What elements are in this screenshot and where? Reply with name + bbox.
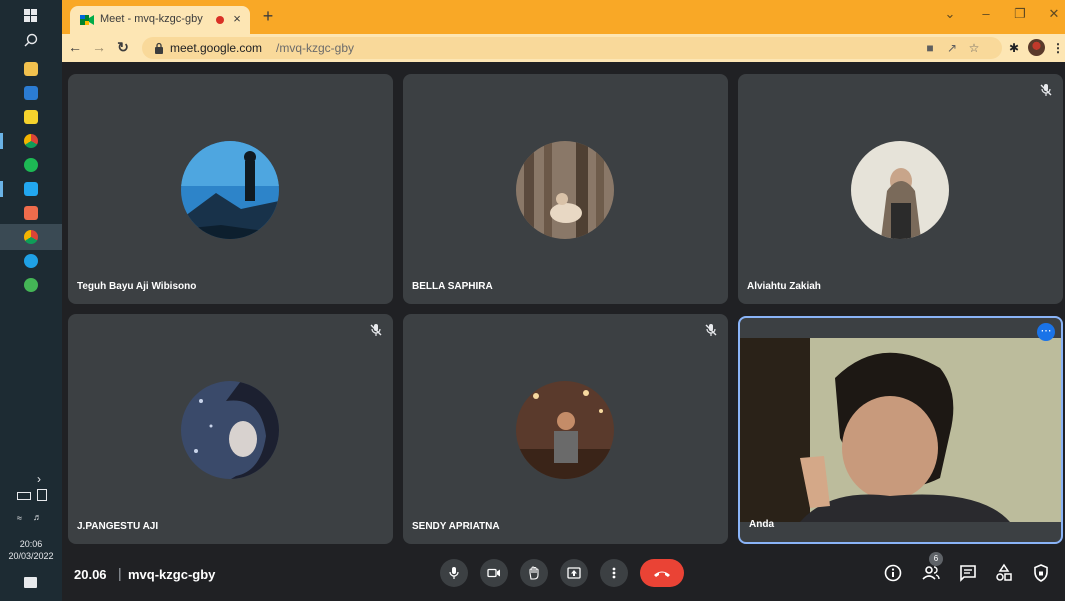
back-icon[interactable]: ← — [66, 39, 84, 55]
browser-tab[interactable]: Meet - mvq-kzgc-gby × — [70, 6, 250, 34]
app-orange-icon[interactable] — [24, 206, 38, 220]
new-tab-button[interactable]: + — [258, 6, 278, 27]
more-actions-button[interactable] — [600, 559, 628, 587]
camera-icon — [487, 568, 500, 578]
recording-dot-icon — [216, 16, 224, 24]
microphone-icon — [449, 567, 459, 579]
participant-tile[interactable]: J.PANGESTU AJI — [68, 314, 393, 544]
taskbar-time[interactable]: 20:06 — [0, 539, 62, 549]
sticky-notes-icon[interactable] — [24, 110, 38, 124]
more-options-button[interactable]: ⋯ — [1037, 323, 1055, 341]
participant-avatar — [516, 141, 614, 239]
raise-hand-button[interactable] — [520, 559, 548, 587]
meeting-code: mvq-kzgc-gby — [128, 567, 216, 582]
camera-button[interactable] — [480, 559, 508, 587]
participant-tile[interactable]: Teguh Bayu Aji Wibisono — [68, 74, 393, 304]
participant-tile[interactable]: Alviahtu Zakiah — [738, 74, 1063, 304]
profile-avatar[interactable] — [1028, 39, 1045, 56]
volume-icon[interactable]: ♬ — [33, 512, 42, 522]
edge-icon[interactable] — [24, 254, 38, 268]
tab-close-button[interactable]: × — [230, 11, 244, 26]
chrome-icon[interactable] — [24, 134, 38, 148]
participant-avatar — [181, 141, 279, 239]
microphone-button[interactable] — [440, 559, 468, 587]
tab-title: Meet - mvq-kzgc-gby — [100, 13, 203, 25]
chrome-toolbar: ← → ↻ meet.google.com /mvq-kzgc-gby ■ ↗ … — [62, 34, 1065, 62]
camera-indicator-icon[interactable]: ■ — [922, 40, 938, 56]
mic-off-icon — [705, 324, 717, 336]
url-host: meet.google.com — [170, 41, 263, 55]
app-green-icon[interactable] — [24, 278, 38, 292]
spotify-icon[interactable] — [24, 158, 38, 172]
mic-off-icon — [370, 324, 382, 336]
chrome-tab-strip: Meet - mvq-kzgc-gby × + ⌄ – ❐ ✕ — [62, 0, 1065, 34]
chrome-menu-icon[interactable]: ⋮ — [1050, 40, 1065, 56]
windows-start-icon[interactable] — [24, 9, 37, 22]
participant-name: Teguh Bayu Aji Wibisono — [77, 281, 197, 292]
search-icon[interactable] — [24, 33, 38, 47]
close-window-button[interactable]: ✕ — [1044, 6, 1064, 22]
tab-search-chevron-icon[interactable]: ⌄ — [940, 6, 960, 22]
self-view-tile[interactable]: ⋯ Anda — [738, 316, 1063, 544]
battery-icon[interactable] — [17, 492, 31, 500]
host-controls-icon[interactable] — [1031, 563, 1051, 583]
lock-icon[interactable] — [154, 42, 164, 54]
hang-up-icon — [654, 571, 670, 577]
present-icon — [567, 567, 581, 579]
url-path: /mvq-kzgc-gby — [276, 41, 355, 55]
more-vert-icon — [612, 567, 616, 579]
participant-avatar — [851, 141, 949, 239]
participant-avatar — [181, 381, 279, 479]
participant-tile[interactable]: BELLA SAPHIRA — [403, 74, 728, 304]
participant-tile[interactable]: SENDY APRIATNA — [403, 314, 728, 544]
participant-name: BELLA SAPHIRA — [412, 281, 493, 292]
wifi-icon[interactable]: ≈ — [17, 513, 22, 523]
address-bar[interactable]: meet.google.com /mvq-kzgc-gby ■ ↗ ☆ — [142, 37, 1002, 59]
chrome-profile-icon[interactable] — [24, 230, 38, 244]
taskbar-date[interactable]: 20/03/2022 — [0, 551, 62, 561]
file-explorer-icon[interactable] — [24, 62, 38, 76]
participant-name: J.PANGESTU AJI — [77, 521, 159, 532]
participant-avatar — [516, 381, 614, 479]
meet-stage: Teguh Bayu Aji Wibisono BELLA SAPHIRA Al… — [62, 62, 1065, 601]
screen-icon[interactable] — [37, 489, 47, 501]
vscode-icon[interactable] — [24, 182, 38, 196]
chat-icon[interactable] — [958, 563, 978, 583]
hand-icon — [529, 566, 539, 580]
extensions-icon[interactable]: ✱ — [1006, 40, 1022, 56]
self-video-feed — [740, 338, 1061, 522]
activities-icon[interactable] — [994, 563, 1014, 583]
windows-taskbar: › ≈ ♬ 20:06 20/03/2022 — [0, 0, 62, 601]
people-icon[interactable] — [921, 563, 941, 583]
self-name: Anda — [749, 519, 774, 530]
word-icon[interactable] — [24, 86, 38, 100]
mic-off-icon — [1040, 84, 1052, 96]
participant-name: SENDY APRIATNA — [412, 521, 500, 532]
meet-favicon-icon — [80, 15, 94, 25]
minimize-button[interactable]: – — [976, 6, 996, 21]
forward-icon[interactable]: → — [90, 39, 108, 55]
leave-call-button[interactable] — [640, 559, 684, 587]
participant-name: Alviahtu Zakiah — [747, 281, 821, 292]
present-screen-button[interactable] — [560, 559, 588, 587]
meeting-details-icon[interactable] — [883, 563, 903, 583]
bookmark-star-icon[interactable]: ☆ — [966, 40, 982, 56]
meeting-time: 20.06 — [74, 567, 107, 582]
reload-icon[interactable]: ↻ — [114, 39, 132, 56]
restore-button[interactable]: ❐ — [1010, 6, 1030, 22]
meeting-separator: | — [118, 565, 122, 581]
chevron-right-icon[interactable]: › — [37, 472, 41, 486]
share-icon[interactable]: ↗ — [944, 40, 960, 56]
notification-icon[interactable] — [24, 577, 37, 588]
